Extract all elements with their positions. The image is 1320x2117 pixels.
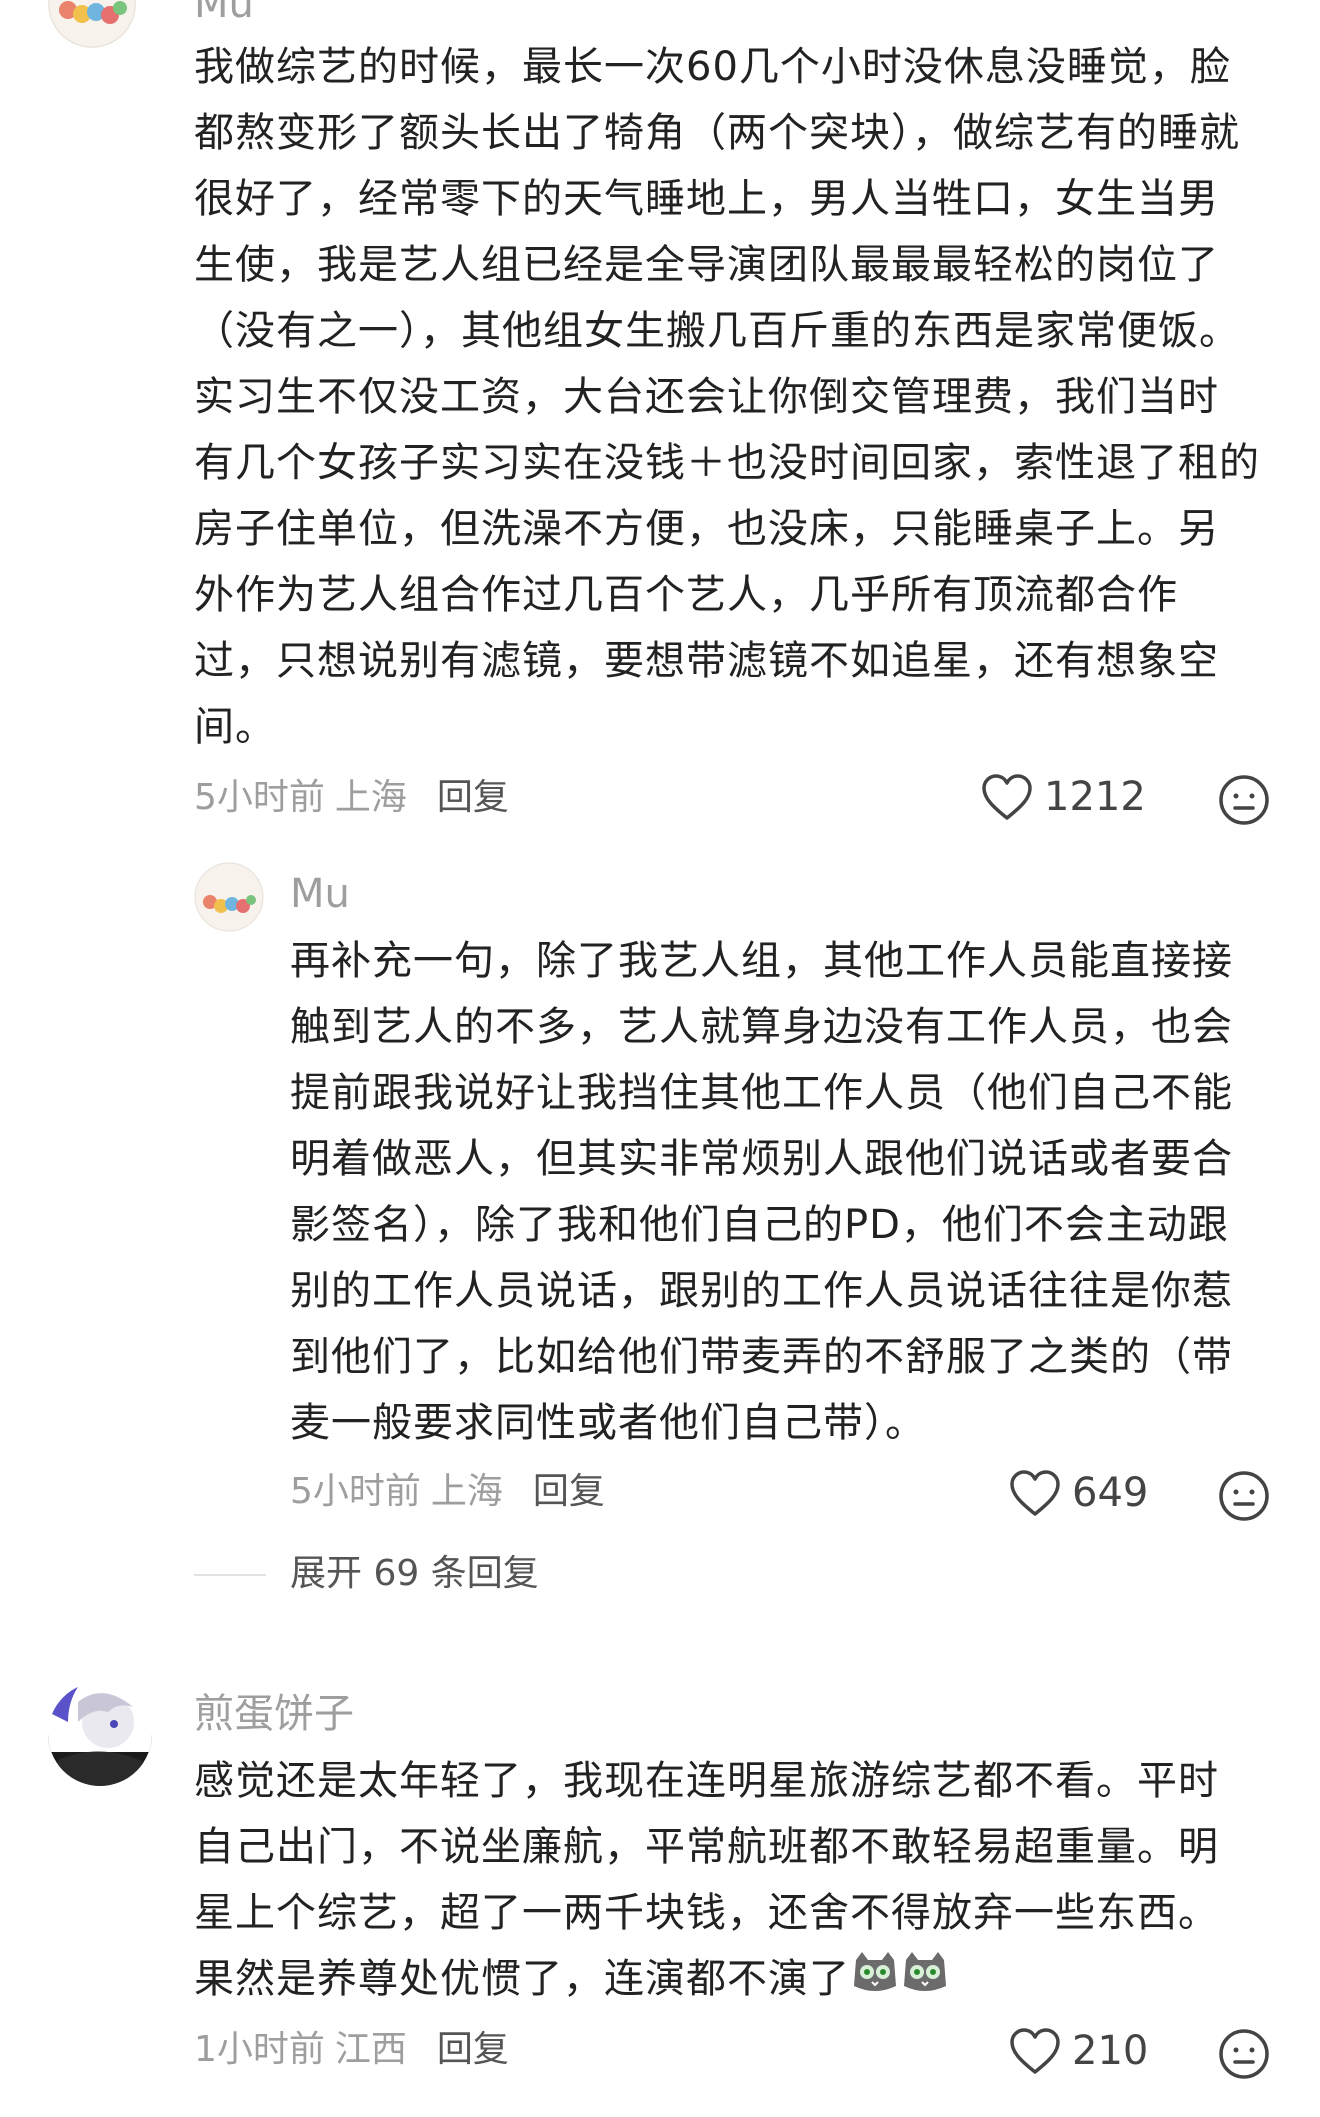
comment-meta: 5小时前 上海 回复 bbox=[194, 774, 509, 822]
comment-meta: 1小时前 江西 回复 bbox=[194, 2026, 509, 2074]
timestamp: 5小时前 bbox=[290, 1471, 421, 1512]
comment-text: 感觉还是太年轻了，我现在连明星旅游综艺都不看。平时 自己出门，不说坐廉航，平常航… bbox=[194, 1748, 1219, 2014]
location: 江西 bbox=[334, 2029, 407, 2070]
avatar[interactable] bbox=[48, 1682, 152, 1786]
cat-emoji-icon bbox=[850, 1948, 900, 2014]
reply-button[interactable]: 回复 bbox=[437, 777, 509, 818]
like-button[interactable]: 649 bbox=[1008, 1468, 1148, 1518]
like-count: 210 bbox=[1072, 2028, 1149, 2074]
neutral-face-icon[interactable] bbox=[1218, 774, 1270, 830]
like-button[interactable]: 1212 bbox=[980, 772, 1146, 822]
username[interactable]: Mu bbox=[290, 870, 350, 918]
reply-button[interactable]: 回复 bbox=[533, 1471, 605, 1512]
heart-outline-icon bbox=[1010, 1470, 1060, 1516]
timestamp: 1小时前 bbox=[194, 2029, 325, 2070]
cat-emoji-icon bbox=[900, 1948, 950, 2014]
timestamp: 5小时前 bbox=[194, 777, 325, 818]
reply-text: 再补充一句，除了我艺人组，其他工作人员能直接接 触到艺人的不多，艺人就算身边没有… bbox=[290, 938, 1233, 1446]
heart-outline-icon bbox=[1010, 2028, 1060, 2074]
like-button[interactable]: 210 bbox=[1008, 2026, 1148, 2076]
location: 上海 bbox=[430, 1471, 503, 1512]
comment-text-body: 感觉还是太年轻了，我现在连明星旅游综艺都不看。平时 自己出门，不说坐廉航，平常航… bbox=[194, 1758, 1219, 2002]
heart-outline-icon bbox=[982, 774, 1032, 820]
username[interactable]: 煎蛋饼子 bbox=[194, 1690, 354, 1738]
neutral-face-icon[interactable] bbox=[1218, 2028, 1270, 2084]
username[interactable]: Mu bbox=[194, 0, 254, 28]
comment-meta: 5小时前 上海 回复 bbox=[290, 1468, 605, 1516]
avatar[interactable] bbox=[48, 0, 136, 48]
reply-button[interactable]: 回复 bbox=[437, 2029, 509, 2070]
neutral-face-icon[interactable] bbox=[1218, 1470, 1270, 1526]
location: 上海 bbox=[334, 777, 407, 818]
avatar[interactable] bbox=[194, 862, 264, 932]
like-count: 1212 bbox=[1044, 774, 1146, 820]
expand-replies-button[interactable]: 展开 69 条回复 bbox=[290, 1550, 539, 1598]
like-count: 649 bbox=[1072, 1470, 1149, 1516]
comment-text: 我做综艺的时候，最长一次60几个小时没休息没睡觉，脸 都熬变形了额头长出了犄角（… bbox=[194, 44, 1260, 750]
divider bbox=[194, 1574, 266, 1576]
